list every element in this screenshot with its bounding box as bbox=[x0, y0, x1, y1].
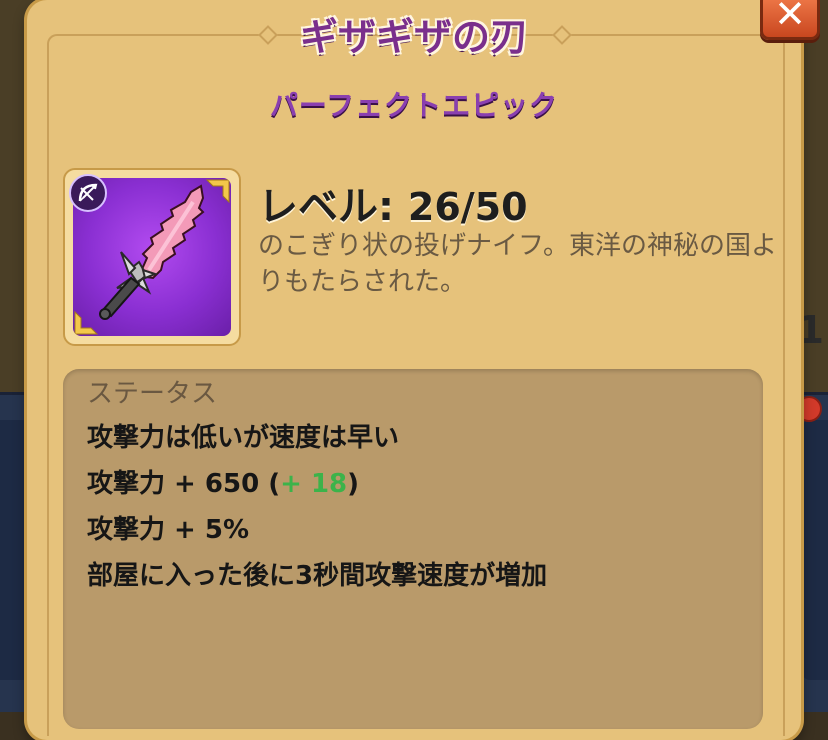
corner-ornament bbox=[74, 310, 99, 335]
item-name: ギザギザの刃 bbox=[299, 15, 528, 59]
stat-line: 攻撃力 + 650 (+ 18) bbox=[87, 463, 359, 500]
stat-line: 攻撃力 + 5% bbox=[87, 515, 250, 545]
level-label: レベル: bbox=[258, 184, 408, 230]
background-digit: 1 bbox=[797, 308, 824, 352]
stat-line: 攻撃力は低いが速度は早い bbox=[87, 423, 400, 453]
stats-box: ステータス 攻撃力は低いが速度は早い 攻撃力 + 650 (+ 18) 攻撃力 … bbox=[63, 369, 763, 729]
blade-shape bbox=[137, 184, 205, 280]
item-description: のこぎり状の投げナイフ。東洋の神秘の国よりもたらされた。 bbox=[258, 231, 777, 297]
background-card-right bbox=[802, 420, 828, 680]
level-value: 26/50 bbox=[407, 185, 528, 229]
stat-line: 部屋に入った後に3秒間攻撃速度が増加 bbox=[87, 561, 548, 591]
corner-ornament bbox=[205, 179, 230, 204]
stat-text: 攻撃力 + 650 ( bbox=[87, 469, 281, 499]
background-card-left bbox=[0, 420, 30, 680]
stats-header: ステータス bbox=[87, 379, 218, 409]
item-icon-frame[interactable] bbox=[63, 168, 241, 346]
stat-bonus: + 18 bbox=[280, 469, 348, 499]
stat-text: ) bbox=[347, 469, 360, 499]
item-rarity: パーフェクトエピック bbox=[269, 89, 559, 122]
item-level: レベル: 26/50 bbox=[258, 174, 528, 232]
bow-class-icon bbox=[69, 174, 107, 212]
